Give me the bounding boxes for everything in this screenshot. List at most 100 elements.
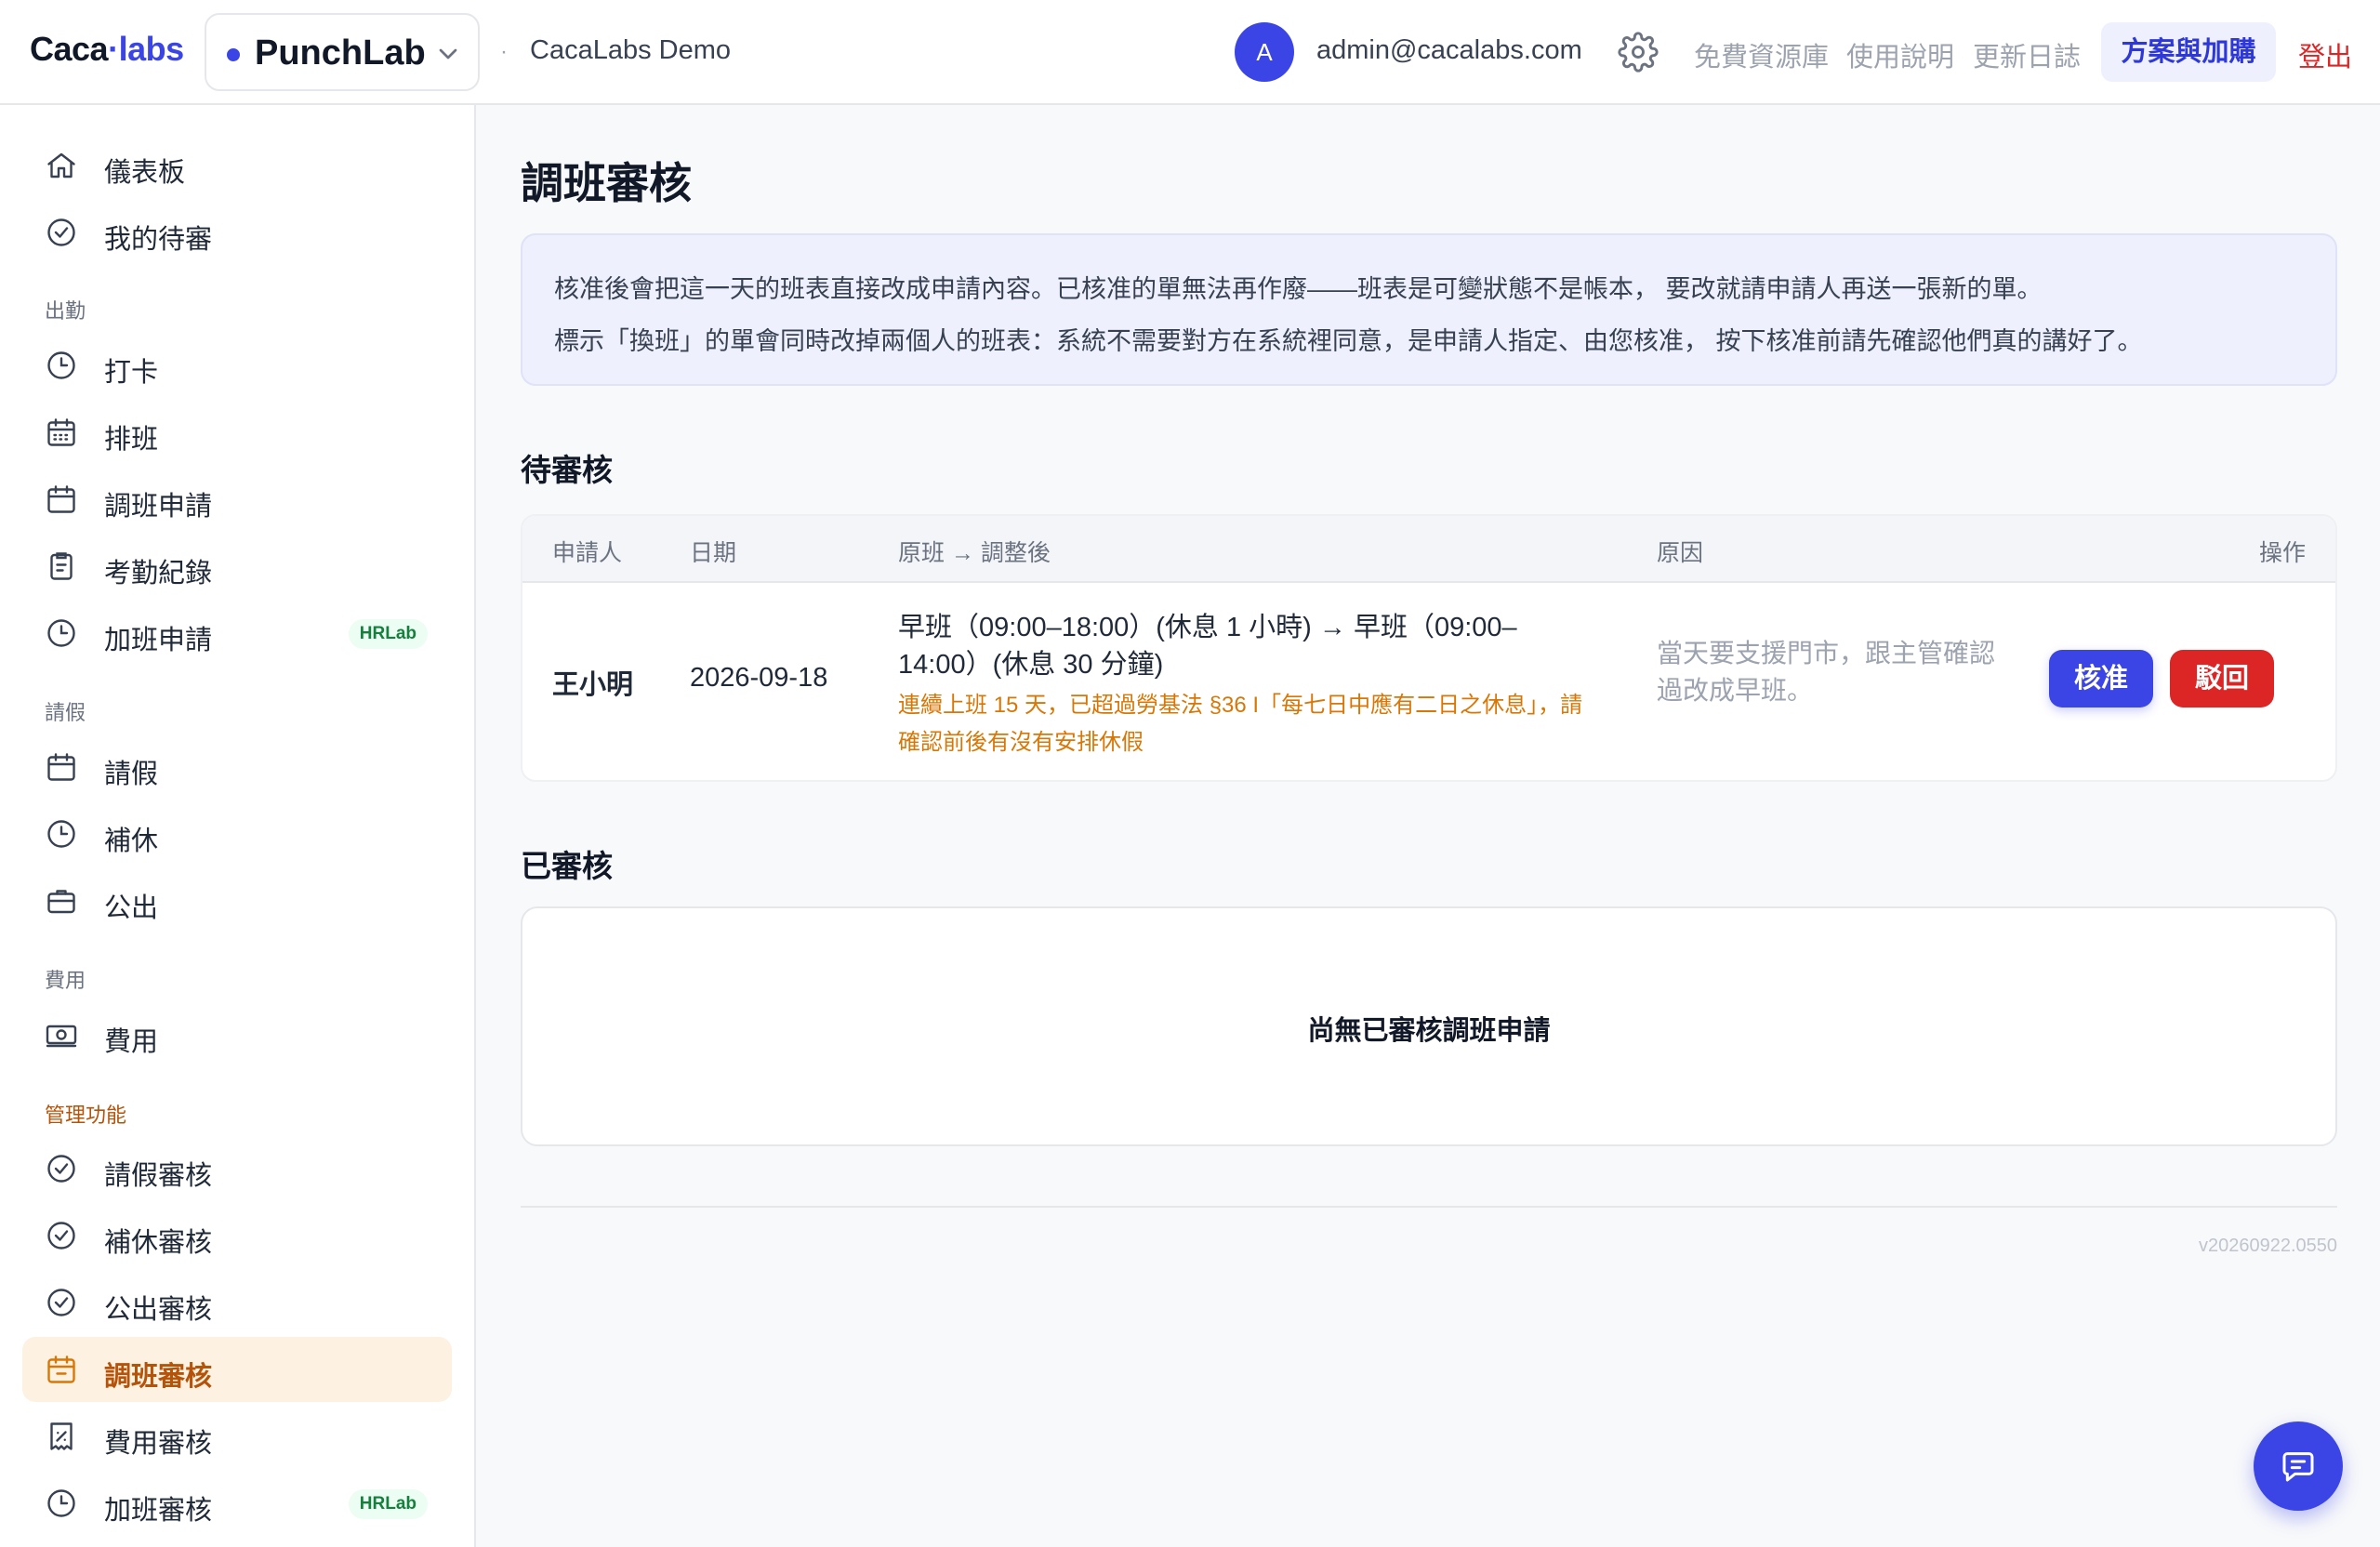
- clock-icon: [47, 351, 75, 379]
- cash-icon: [46, 1025, 77, 1048]
- sidebar-item-label: 公出審核: [104, 1295, 213, 1325]
- sidebar-section-leave: 請假: [45, 701, 86, 724]
- link-user-guide[interactable]: 使用說明: [1846, 35, 1954, 74]
- calendar-grid-icon: [47, 418, 75, 446]
- sidebar-item-leave-review[interactable]: 請假審核: [22, 1136, 452, 1201]
- sidebar-item-label: 公出: [104, 893, 159, 923]
- shift-change-line1: 早班（09:00–18:00）(休息 1 小時) → 早班（09:00–: [898, 613, 1517, 642]
- reject-button[interactable]: 駁回: [2170, 650, 2274, 707]
- column-header-applicant: 申請人: [552, 540, 623, 566]
- sidebar-item-label: 加班審核: [104, 1496, 213, 1526]
- sidebar-item-label: 請假審核: [104, 1161, 213, 1191]
- calendar-icon: [47, 753, 75, 781]
- logo-text-right: labs: [118, 30, 185, 68]
- sidebar-item-shift-request[interactable]: 調班申請: [22, 467, 452, 532]
- avatar[interactable]: A: [1235, 22, 1294, 82]
- plans-button[interactable]: 方案與加購: [2101, 22, 2276, 82]
- logo-dot: ·: [108, 30, 119, 68]
- gear-icon[interactable]: [1618, 32, 1659, 73]
- sidebar-item-label: 費用: [104, 1027, 159, 1057]
- labor-law-warning: 連續上班 15 天，已超過勞基法 §36 I「每七日中應有二日之休息」，請確認前…: [898, 693, 1583, 755]
- top-bar: Caca·labs PunchLab · CacaLabs Demo A adm…: [0, 0, 2380, 105]
- check-circle-icon: [47, 1155, 75, 1183]
- calendar-icon: [47, 485, 75, 513]
- app-switcher[interactable]: PunchLab: [205, 13, 480, 91]
- notice-line: 核准後會把這一天的班表直接改成申請內容。已核准的單無法再作廢——班表是可變狀態不…: [554, 275, 2043, 303]
- sidebar-item-label: 加班申請: [104, 626, 213, 655]
- check-circle-icon: [47, 218, 75, 246]
- receipt-icon: [50, 1422, 73, 1450]
- logo-text-left: Caca: [30, 30, 109, 68]
- sidebar: 儀表板 我的待審 出勤 打卡 排班 調班申請 考勤紀錄 加班申請 HRLab 請…: [0, 105, 476, 1547]
- link-free-resources[interactable]: 免費資源庫: [1694, 35, 1829, 74]
- chat-icon: [2282, 1452, 2314, 1482]
- app-status-dot: [227, 48, 240, 61]
- main-content: 調班審核 核准後會把這一天的班表直接改成申請內容。已核准的單無法再作廢——班表是…: [478, 105, 2380, 1547]
- link-changelog[interactable]: 更新日誌: [1973, 35, 2081, 74]
- home-icon: [47, 152, 75, 178]
- empty-state-message: 尚無已審核調班申請: [1307, 1016, 1551, 1046]
- sidebar-item-overtime-review[interactable]: 加班審核 HRLab: [22, 1471, 452, 1536]
- logo[interactable]: Caca·labs: [30, 30, 184, 69]
- check-circle-icon: [47, 1289, 75, 1316]
- sidebar-item-schedule[interactable]: 排班: [22, 400, 452, 465]
- sidebar-item-comp-leave[interactable]: 補休: [22, 801, 452, 866]
- request-date: 2026-09-18: [690, 663, 828, 693]
- pending-section-title: 待審核: [521, 453, 613, 487]
- sidebar-item-label: 調班審核: [104, 1362, 213, 1392]
- org-separator: ·: [500, 39, 508, 64]
- sidebar-item-label: 請假: [104, 760, 159, 789]
- hrlab-badge: HRLab: [348, 619, 428, 649]
- sidebar-section-management: 管理功能: [45, 1104, 127, 1127]
- sidebar-item-trip-review[interactable]: 公出審核: [22, 1270, 452, 1335]
- logout-link[interactable]: 登出: [2298, 35, 2352, 74]
- sidebar-item-expense-review[interactable]: 費用審核: [22, 1404, 452, 1469]
- sidebar-item-label: 打卡: [104, 358, 159, 388]
- check-circle-icon: [47, 1222, 75, 1250]
- column-header-action: 操作: [2258, 540, 2306, 566]
- org-name: CacaLabs Demo: [530, 35, 731, 65]
- footer-divider: [521, 1206, 2337, 1208]
- clipboard-icon: [50, 552, 73, 580]
- sidebar-section-attendance: 出勤: [45, 299, 86, 323]
- column-header-date: 日期: [690, 540, 737, 566]
- clock-icon: [47, 820, 75, 848]
- chevron-down-icon: [439, 48, 457, 60]
- info-notice: 核准後會把這一天的班表直接改成申請內容。已核准的單無法再作廢——班表是可變狀態不…: [521, 233, 2337, 386]
- sidebar-item-shift-review[interactable]: 調班審核: [22, 1337, 452, 1402]
- sidebar-section-expense: 費用: [45, 969, 86, 992]
- sidebar-item-business-trip[interactable]: 公出: [22, 868, 452, 933]
- sidebar-item-dashboard[interactable]: 儀表板: [22, 133, 452, 198]
- sidebar-item-comp-review[interactable]: 補休審核: [22, 1203, 452, 1268]
- sidebar-item-punch[interactable]: 打卡: [22, 333, 452, 398]
- clock-icon: [47, 1489, 75, 1517]
- chat-button[interactable]: [2254, 1421, 2343, 1511]
- sidebar-item-expense[interactable]: 費用: [22, 1002, 452, 1067]
- reviewed-section-title: 已審核: [521, 849, 613, 883]
- sidebar-item-leave[interactable]: 請假: [22, 734, 452, 800]
- user-email[interactable]: admin@cacalabs.com: [1316, 35, 1582, 66]
- pending-table: 申請人 日期 原班 → 調整後 原因 操作 王小明 2026-09-18 早班（…: [521, 514, 2337, 782]
- column-header-reason: 原因: [1657, 540, 1704, 566]
- clock-icon: [47, 619, 75, 647]
- reviewed-empty-state: 尚無已審核調班申請: [521, 906, 2337, 1146]
- approve-button[interactable]: 核准: [2049, 650, 2153, 707]
- version-label: v20260922.0550: [2198, 1236, 2337, 1256]
- applicant-name: 王小明: [552, 670, 634, 700]
- briefcase-icon: [47, 890, 75, 914]
- notice-line: 標示「換班」的單會同時改掉兩個人的班表：系統不需要對方在系統裡同意，是申請人指定…: [554, 327, 2143, 355]
- column-header-change: 原班 → 調整後: [898, 540, 1051, 566]
- table-header: 申請人 日期 原班 → 調整後 原因 操作: [522, 516, 2335, 583]
- shift-change-line2: 14:00）(休息 30 分鐘): [898, 650, 1164, 680]
- sidebar-item-overtime-request[interactable]: 加班申請 HRLab: [22, 601, 452, 666]
- calendar-icon: [47, 1355, 75, 1383]
- sidebar-item-label: 我的待審: [104, 225, 213, 255]
- sidebar-item-attendance-records[interactable]: 考勤紀錄: [22, 534, 452, 599]
- sidebar-item-label: 費用審核: [104, 1429, 213, 1459]
- sidebar-item-label: 補休審核: [104, 1228, 213, 1258]
- request-reason: 當天要支援門市，跟主管確認過改成早班。: [1657, 639, 1996, 705]
- page-title: 調班審核: [521, 159, 692, 207]
- app-name: PunchLab: [255, 33, 426, 73]
- hrlab-badge: HRLab: [348, 1489, 428, 1519]
- sidebar-item-my-pending[interactable]: 我的待審: [22, 200, 452, 265]
